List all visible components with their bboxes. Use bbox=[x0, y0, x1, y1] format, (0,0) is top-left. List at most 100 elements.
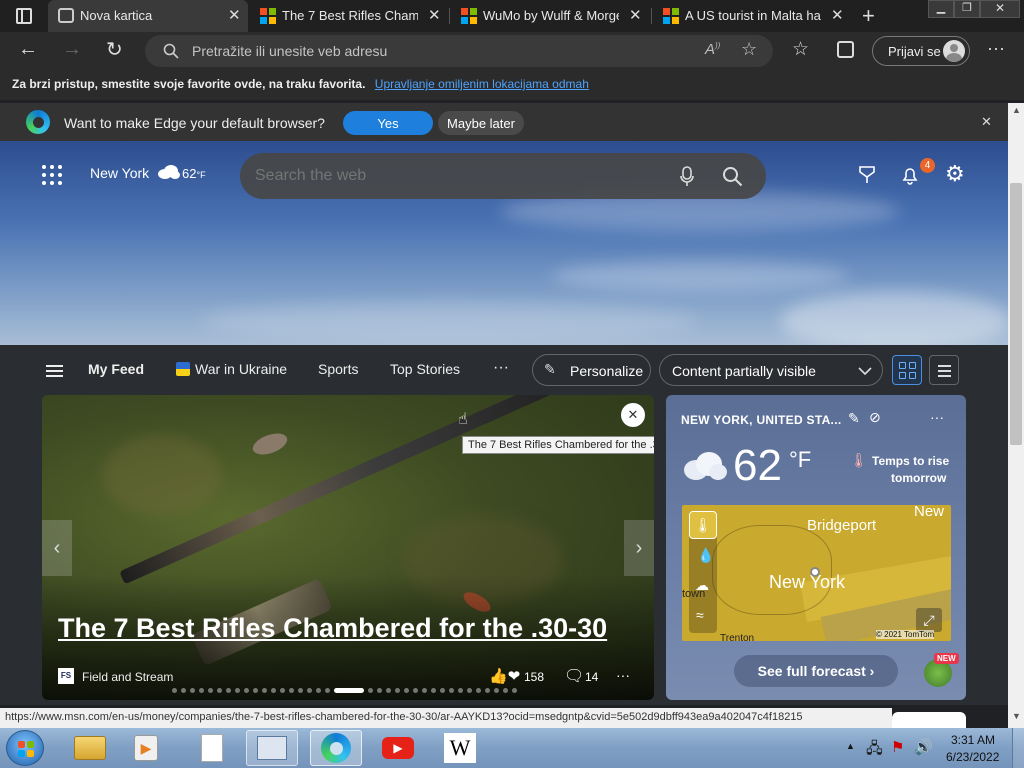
media-player-taskbar-icon[interactable]: ▶ bbox=[120, 730, 172, 766]
carousel-dot[interactable] bbox=[271, 688, 276, 693]
weather-unit[interactable]: °F bbox=[789, 447, 811, 473]
carousel-dots[interactable] bbox=[172, 688, 532, 694]
carousel-dot[interactable] bbox=[280, 688, 285, 693]
hero-temp[interactable]: 62°F bbox=[182, 166, 206, 181]
forward-button[interactable]: → bbox=[62, 38, 82, 61]
carousel-dot[interactable] bbox=[404, 688, 409, 693]
carousel-dot[interactable] bbox=[190, 688, 195, 693]
carousel-dot[interactable] bbox=[172, 688, 177, 693]
weather-more-icon[interactable]: ··· bbox=[930, 409, 944, 425]
carousel-dot[interactable] bbox=[289, 688, 294, 693]
web-search-box[interactable] bbox=[240, 153, 766, 199]
carousel-dot[interactable] bbox=[226, 688, 231, 693]
show-desktop-button[interactable] bbox=[1012, 728, 1024, 768]
document-taskbar-icon[interactable] bbox=[186, 730, 238, 766]
action-center-icon[interactable]: ⚑ bbox=[891, 738, 904, 756]
source-name[interactable]: Field and Stream bbox=[82, 670, 173, 684]
menu-icon[interactable] bbox=[46, 365, 63, 377]
tab-nova-kartica[interactable]: Nova kartica ✕ bbox=[48, 0, 248, 32]
carousel-dot[interactable] bbox=[485, 688, 490, 693]
clock-time[interactable]: 3:31 AM bbox=[951, 733, 995, 747]
carousel-dot[interactable] bbox=[449, 688, 454, 693]
carousel-dot[interactable] bbox=[244, 688, 249, 693]
tab-malta[interactable]: A US tourist in Malta has ✕ bbox=[653, 0, 851, 32]
carousel-dot[interactable] bbox=[476, 688, 481, 693]
reactions-icon[interactable]: 👍❤ bbox=[489, 667, 520, 685]
tray-overflow-icon[interactable]: ▲ bbox=[846, 741, 855, 751]
yes-button[interactable]: Yes bbox=[343, 111, 433, 135]
personalize-button[interactable]: ✎ Personalize bbox=[532, 354, 651, 386]
refresh-button[interactable]: ↻ bbox=[106, 37, 123, 62]
carousel-dot[interactable] bbox=[503, 688, 508, 693]
start-button[interactable] bbox=[6, 730, 44, 766]
favorites-icon[interactable]: ☆ bbox=[792, 38, 809, 61]
new-tab-button[interactable]: + bbox=[862, 3, 875, 29]
page-scrollbar[interactable]: ▲ ▼ bbox=[1008, 103, 1024, 728]
gear-icon[interactable]: ⚙ bbox=[945, 161, 965, 187]
cloud-layer-icon[interactable]: ☁ bbox=[695, 577, 709, 594]
tab-sports[interactable]: Sports bbox=[318, 361, 358, 377]
featured-news-card[interactable]: ✕ ‹ › The 7 Best Rifles Chambered for th… bbox=[42, 395, 654, 700]
wikipedia-taskbar-icon[interactable]: W bbox=[434, 730, 486, 766]
carousel-dot[interactable] bbox=[386, 688, 391, 693]
carousel-dot[interactable] bbox=[467, 688, 472, 693]
search-icon[interactable] bbox=[722, 166, 743, 187]
carousel-dot[interactable] bbox=[494, 688, 499, 693]
list-view-button[interactable] bbox=[929, 355, 959, 385]
close-infobar-icon[interactable]: ✕ bbox=[981, 114, 992, 130]
wind-layer-icon[interactable]: ≈ bbox=[696, 607, 704, 623]
tab-actions-icon[interactable] bbox=[16, 8, 32, 24]
weather-alert-line1[interactable]: Temps to rise bbox=[872, 454, 949, 468]
profile-button[interactable]: Prijavi se bbox=[872, 36, 970, 66]
microphone-icon[interactable] bbox=[680, 166, 694, 188]
carousel-dot[interactable] bbox=[181, 688, 186, 693]
carousel-dot[interactable] bbox=[440, 688, 445, 693]
precipitation-layer-icon[interactable]: 💧 bbox=[697, 547, 714, 564]
restore-button[interactable]: ❐ bbox=[954, 0, 980, 18]
carousel-dot[interactable] bbox=[334, 688, 364, 693]
settings-more-icon[interactable]: ··· bbox=[987, 38, 1005, 59]
location-pin-icon[interactable]: ⊘ bbox=[869, 409, 881, 426]
youtube-taskbar-icon[interactable]: ▶ bbox=[372, 730, 424, 766]
notifications-icon[interactable] bbox=[901, 165, 919, 185]
close-window-button[interactable]: ✕ bbox=[980, 0, 1020, 18]
close-tab-icon[interactable]: ✕ bbox=[428, 8, 441, 24]
carousel-dot[interactable] bbox=[512, 688, 517, 693]
carousel-dot[interactable] bbox=[298, 688, 303, 693]
weather-location[interactable]: NEW YORK, UNITED STA... bbox=[681, 413, 841, 427]
headline-link[interactable]: The 7 Best Rifles Chambered for the .30-… bbox=[58, 613, 607, 644]
carousel-dot[interactable] bbox=[422, 688, 427, 693]
hero-city[interactable]: New York bbox=[90, 165, 149, 181]
control-panel-taskbar-icon[interactable] bbox=[246, 730, 298, 766]
comment-icon[interactable]: 🗨 bbox=[564, 666, 584, 686]
weather-temp[interactable]: 62 bbox=[733, 441, 782, 491]
expand-map-icon[interactable]: ⤢ bbox=[916, 608, 942, 632]
content-visibility-select[interactable]: Content partially visible bbox=[659, 354, 883, 386]
carousel-dot[interactable] bbox=[431, 688, 436, 693]
tab-wumo[interactable]: WuMo by Wulff & Morgenthaler ✕ bbox=[451, 0, 649, 32]
manage-favorites-link[interactable]: Upravljanje omiljenim lokacijama odmah bbox=[375, 77, 589, 91]
carousel-dot[interactable] bbox=[235, 688, 240, 693]
apps-launcher-icon[interactable] bbox=[42, 165, 62, 185]
temperature-layer-icon[interactable]: 🌡 bbox=[689, 511, 717, 539]
carousel-dot[interactable] bbox=[458, 688, 463, 693]
tab-top-stories[interactable]: Top Stories bbox=[390, 361, 460, 377]
back-button[interactable]: ← bbox=[18, 38, 38, 61]
carousel-dot[interactable] bbox=[217, 688, 222, 693]
network-icon[interactable]: 🖧 bbox=[866, 738, 883, 763]
full-forecast-button[interactable]: See full forecast › bbox=[734, 655, 898, 687]
address-bar[interactable]: A)) ☆ bbox=[145, 35, 773, 67]
close-tab-icon[interactable]: ✕ bbox=[228, 8, 241, 24]
carousel-dot[interactable] bbox=[368, 688, 373, 693]
card-more-icon[interactable]: ··· bbox=[616, 667, 630, 683]
carousel-dot[interactable] bbox=[325, 688, 330, 693]
weather-widget[interactable]: NEW YORK, UNITED STA... ✎ ⊘ ··· 62 °F 🌡 … bbox=[666, 395, 966, 700]
scrollbar-thumb[interactable] bbox=[1010, 183, 1022, 445]
weather-map[interactable]: New Bridgeport New York town Trenton 🌡 💧… bbox=[682, 505, 951, 641]
carousel-dot[interactable] bbox=[262, 688, 267, 693]
prev-slide-button[interactable]: ‹ bbox=[42, 520, 72, 576]
volume-icon[interactable]: 🔊 bbox=[914, 738, 933, 756]
carousel-dot[interactable] bbox=[307, 688, 312, 693]
add-favorite-icon[interactable]: ☆ bbox=[741, 39, 757, 60]
tab-my-feed[interactable]: My Feed bbox=[88, 361, 144, 377]
